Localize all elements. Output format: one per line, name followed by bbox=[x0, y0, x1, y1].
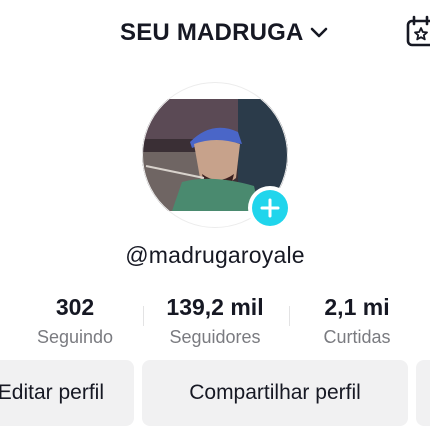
stat-following[interactable]: 302 Seguindo bbox=[20, 292, 130, 350]
add-photo-button[interactable] bbox=[248, 186, 292, 230]
account-switcher[interactable]: SEU MADRUGA bbox=[120, 16, 328, 50]
account-name: SEU MADRUGA bbox=[120, 19, 304, 46]
edit-profile-button[interactable]: Editar perfil bbox=[0, 360, 134, 426]
edit-profile-label: Editar perfil bbox=[0, 381, 104, 404]
stat-likes-label: Curtidas bbox=[323, 327, 391, 347]
stat-following-label: Seguindo bbox=[36, 327, 114, 347]
stat-likes[interactable]: 2,1 mi Curtidas bbox=[302, 292, 412, 350]
share-profile-label: Compartilhar perfil bbox=[189, 381, 361, 404]
add-friends-button[interactable] bbox=[416, 360, 430, 426]
username: @madrugaroyale bbox=[125, 242, 305, 268]
chevron-down-icon bbox=[310, 26, 328, 40]
stat-followers[interactable]: 139,2 mil Seguidores bbox=[155, 292, 275, 350]
stat-divider bbox=[143, 306, 144, 326]
stat-following-value: 302 bbox=[55, 294, 95, 320]
stat-followers-label: Seguidores bbox=[169, 327, 261, 347]
stat-likes-value: 2,1 mi bbox=[324, 294, 390, 320]
profile-stats: 302 Seguindo 139,2 mil Seguidores 2,1 mi… bbox=[0, 292, 430, 352]
stat-divider bbox=[289, 306, 290, 326]
plus-icon bbox=[252, 190, 288, 226]
stat-followers-value: 139,2 mil bbox=[166, 294, 264, 320]
share-profile-button[interactable]: Compartilhar perfil bbox=[142, 360, 408, 426]
profile-header: SEU MADRUGA bbox=[0, 0, 430, 64]
calendar-icon[interactable] bbox=[405, 14, 430, 48]
